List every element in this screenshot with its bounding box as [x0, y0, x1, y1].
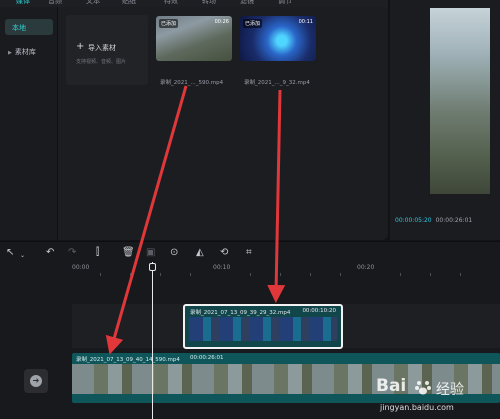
tab-audio[interactable]: 音频 [48, 0, 62, 6]
reverse-icon[interactable]: ⊙ [170, 247, 178, 259]
preview-panel: 00:00:05:20 00:00:26:01 [390, 0, 500, 240]
ruler-tick [190, 273, 191, 276]
clip-duration: 00:00:10:20 [302, 308, 336, 314]
crop-icon[interactable]: ⌗ [246, 247, 252, 259]
ruler-label-20: 00:20 [357, 264, 375, 271]
watermark-brand: Bai [376, 376, 407, 396]
added-badge: 已添加 [159, 19, 179, 28]
tab-sticker[interactable]: 贴纸 [122, 0, 136, 6]
ruler-tick [280, 273, 281, 276]
ruler-tick [430, 273, 431, 276]
watermark-url: jingyan.baidu.com [380, 403, 454, 412]
added-badge: 已添加 [243, 19, 263, 28]
split-icon[interactable]: ⫿ [96, 247, 99, 259]
timeline-toolbar: ↖ ⌄ ↶ ↷ ⫿ 🗑 ▣ ⊙ ◭ ⟲ ⌗ [0, 242, 500, 264]
ruler-label-10: 00:10 [213, 264, 231, 271]
clip-filename: 录制_2021_07_13_09_40_14_590.mp4 [76, 357, 180, 363]
sidebar-item-local[interactable]: 本地 [5, 19, 53, 35]
import-supported-types: 支持视频、音频、图片 [76, 59, 127, 65]
add-track-button[interactable]: ➔ [24, 369, 48, 393]
ruler-tick [160, 273, 161, 276]
mirror-icon[interactable]: ◭ [196, 247, 204, 259]
media-filename-2: 录制_2021_..._9_32.mp4 [244, 80, 310, 86]
redo-icon[interactable]: ↷ [68, 247, 76, 259]
ruler-tick [100, 273, 101, 276]
ruler-tick [460, 273, 461, 276]
ruler-tick [340, 273, 341, 276]
rotate-icon[interactable]: ⟲ [220, 247, 228, 259]
tab-text[interactable]: 文本 [86, 0, 100, 6]
media-sidebar: 本地 ▶ 素材库 [0, 7, 58, 240]
sidebar-item-library-label: 素材库 [14, 48, 36, 56]
preview-timecode: 00:00:05:20 00:00:26:01 [395, 217, 472, 224]
freeze-icon[interactable]: ▣ [146, 247, 155, 259]
preview-video-frame [430, 8, 490, 194]
chevron-down-icon[interactable]: ⌄ [20, 250, 25, 262]
import-media-label: 导入素材 [88, 44, 116, 52]
watermark-brand-cn: 经验 [436, 382, 464, 398]
sidebar-item-library[interactable]: ▶ 素材库 [8, 47, 36, 57]
total-time: 00:00:26:01 [435, 217, 473, 224]
media-duration: 00:11 [298, 19, 313, 25]
plus-icon: + [76, 41, 85, 52]
media-duration: 00:26 [214, 19, 229, 25]
paw-logo-icon [415, 381, 431, 395]
clip-thumbnails [189, 317, 337, 341]
select-cursor-icon[interactable]: ↖ [6, 247, 14, 259]
timeline-ruler[interactable]: 00:00 00:10 00:20 [70, 264, 500, 276]
undo-icon[interactable]: ↶ [46, 247, 54, 259]
baidu-jingyan-watermark: Bai 经验 jingyan.baidu.com [376, 376, 496, 416]
current-time: 00:00:05:20 [395, 217, 432, 224]
ruler-tick [310, 273, 311, 276]
tab-media[interactable]: 媒体 [16, 0, 30, 6]
media-thumbnail-2[interactable]: 已添加 00:11 [240, 16, 316, 61]
caret-right-icon: ▶ [8, 50, 12, 56]
import-media-button[interactable]: + 导入素材 支持视频、音频、图片 [66, 15, 148, 85]
ruler-tick [400, 273, 401, 276]
media-thumbnail-1[interactable]: 已添加 00:26 [156, 16, 232, 61]
media-tab-bar: 媒体 音频 文本 贴纸 特效 转场 滤镜 调节 [0, 0, 388, 7]
tab-filter[interactable]: 滤镜 [240, 0, 254, 6]
clip-filename: 录制_2021_07_13_09_39_29_32.mp4 [190, 310, 291, 316]
arrow-circle-icon: ➔ [30, 375, 42, 387]
tab-transition[interactable]: 转场 [202, 0, 216, 6]
tab-adjust[interactable]: 调节 [278, 0, 292, 6]
clip-duration: 00:00:26:01 [190, 355, 224, 361]
delete-icon[interactable]: 🗑 [122, 247, 135, 259]
media-filename-1: 录制_2021_..._590.mp4 [160, 80, 224, 86]
ruler-tick [250, 273, 251, 276]
playhead-line[interactable] [152, 262, 153, 419]
video-clip-overlay[interactable]: 录制_2021_07_13_09_39_29_32.mp4 00:00:10:2… [183, 304, 343, 349]
tab-effects[interactable]: 特效 [164, 0, 178, 6]
playhead-handle[interactable] [149, 263, 156, 271]
media-panel: 本地 ▶ 素材库 + 导入素材 支持视频、音频、图片 已添加 00:26 录制_2… [0, 7, 388, 240]
ruler-tick [130, 273, 131, 276]
ruler-label-0: 00:00 [72, 264, 90, 271]
